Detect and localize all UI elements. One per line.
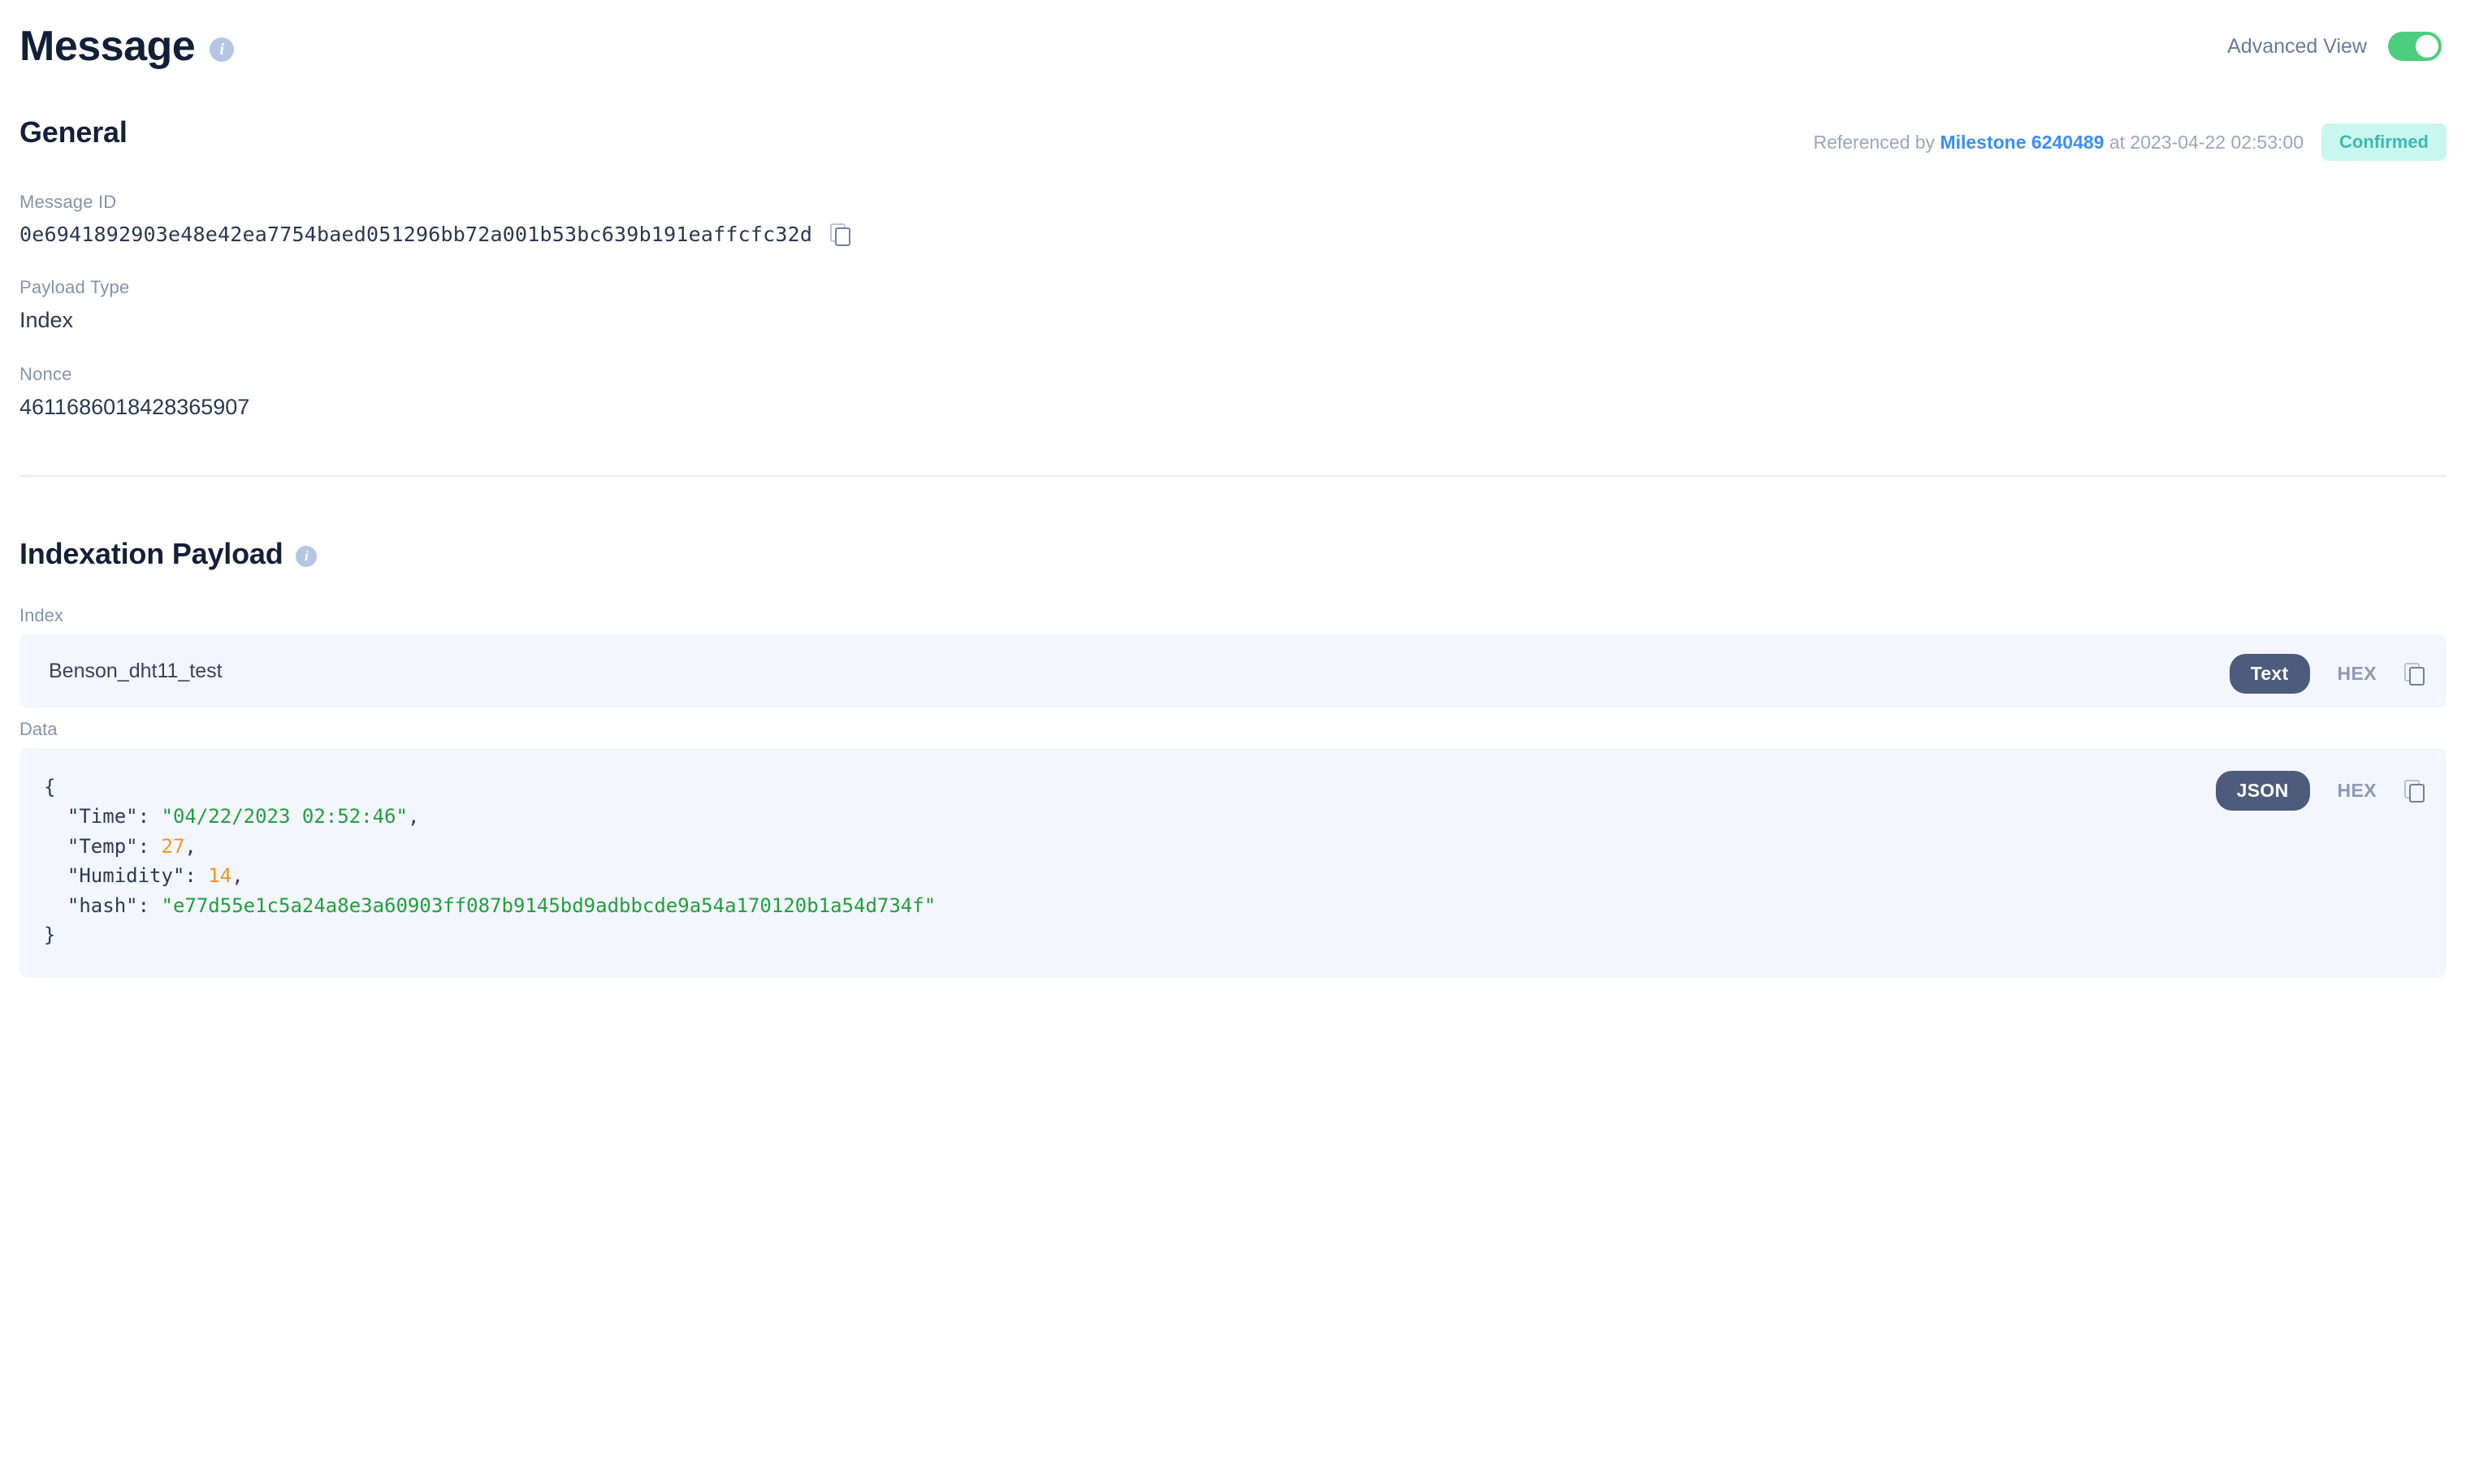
milestone-label: Milestone xyxy=(1940,131,2027,153)
message-page: Message i Advanced View General Referenc… xyxy=(0,0,2466,1484)
referenced-by-text: Referenced by Milestone 6240489 at 2023-… xyxy=(1813,132,2304,154)
field-payload-type: Payload Type Index xyxy=(19,277,2447,333)
json-line: "Humidity": 14, xyxy=(44,864,244,888)
copy-icon[interactable] xyxy=(2404,662,2425,686)
index-format-hex-button[interactable]: HEX xyxy=(2338,663,2377,685)
page-title: Message xyxy=(19,23,196,70)
json-value-time: "04/22/2023 02:52:46" xyxy=(161,805,408,829)
json-line: { xyxy=(44,776,56,798)
info-icon[interactable]: i xyxy=(210,37,235,62)
milestone-id: 6240489 xyxy=(2031,131,2105,153)
field-value-message-id: 0e6941892903e48e42ea7754baed051296bb72a0… xyxy=(19,223,2447,246)
advanced-view-toggle[interactable] xyxy=(2388,32,2442,61)
general-section-header: General Referenced by Milestone 6240489 … xyxy=(19,115,2447,161)
json-line: "hash": "e77d55e1c5a24a8e3a60903ff087b91… xyxy=(44,893,937,917)
reference-line: Referenced by Milestone 6240489 at 2023-… xyxy=(1813,115,2447,161)
json-value-humidity: 14 xyxy=(208,864,232,888)
field-label-nonce: Nonce xyxy=(19,364,72,384)
toggle-knob xyxy=(2416,35,2438,58)
reference-at-label: at xyxy=(2109,131,2126,153)
indexation-payload-header: Indexation Payload i xyxy=(19,537,2447,571)
page-title-group: Message i xyxy=(19,23,235,70)
field-label-payload-type: Payload Type xyxy=(19,277,130,297)
field-label-message-id: Message ID xyxy=(19,192,117,212)
data-format-controls: JSON HEX xyxy=(2215,771,2425,811)
data-format-hex-button[interactable]: HEX xyxy=(2338,780,2377,802)
json-value-hash: "e77d55e1c5a24a8e3a60903ff087b9145bd9adb… xyxy=(161,893,937,917)
reference-prefix: Referenced by xyxy=(1813,131,1936,153)
index-format-text-button[interactable]: Text xyxy=(2229,654,2310,694)
general-section-title: General xyxy=(19,115,128,149)
indexation-payload-title: Indexation Payload xyxy=(19,537,283,570)
json-line: "Temp": 27, xyxy=(44,834,197,858)
reference-timestamp: 2023-04-22 02:53:00 xyxy=(2130,131,2304,153)
page-header: Message i Advanced View xyxy=(19,0,2447,78)
data-value-box: { "Time": "04/22/2023 02:52:46", "Temp":… xyxy=(19,748,2447,978)
index-label: Index xyxy=(19,605,63,625)
index-value: Benson_dht11_test xyxy=(49,659,223,682)
copy-icon[interactable] xyxy=(830,223,851,246)
field-nonce: Nonce 4611686018428365907 xyxy=(19,364,2447,420)
info-icon[interactable]: i xyxy=(296,546,318,567)
copy-icon[interactable] xyxy=(2404,779,2425,803)
json-line: } xyxy=(44,924,56,947)
field-value-nonce: 4611686018428365907 xyxy=(19,395,250,419)
message-id-text: 0e6941892903e48e42ea7754baed051296bb72a0… xyxy=(19,223,813,246)
json-value-temp: 27 xyxy=(161,834,185,858)
milestone-link[interactable]: Milestone 6240489 xyxy=(1940,132,2104,153)
index-format-controls: Text HEX xyxy=(2229,654,2425,694)
json-line: "Time": "04/22/2023 02:52:46", xyxy=(44,805,420,829)
data-format-json-button[interactable]: JSON xyxy=(2215,771,2310,811)
index-value-box: Benson_dht11_test Text HEX xyxy=(19,634,2447,707)
field-value-payload-type: Index xyxy=(19,308,74,332)
field-message-id: Message ID 0e6941892903e48e42ea7754baed0… xyxy=(19,192,2447,246)
advanced-view-label: Advanced View xyxy=(2227,34,2367,58)
data-label: Data xyxy=(19,719,58,739)
advanced-view-control[interactable]: Advanced View xyxy=(2227,32,2447,61)
status-badge: Confirmed xyxy=(2321,123,2447,161)
section-divider xyxy=(19,475,2447,477)
